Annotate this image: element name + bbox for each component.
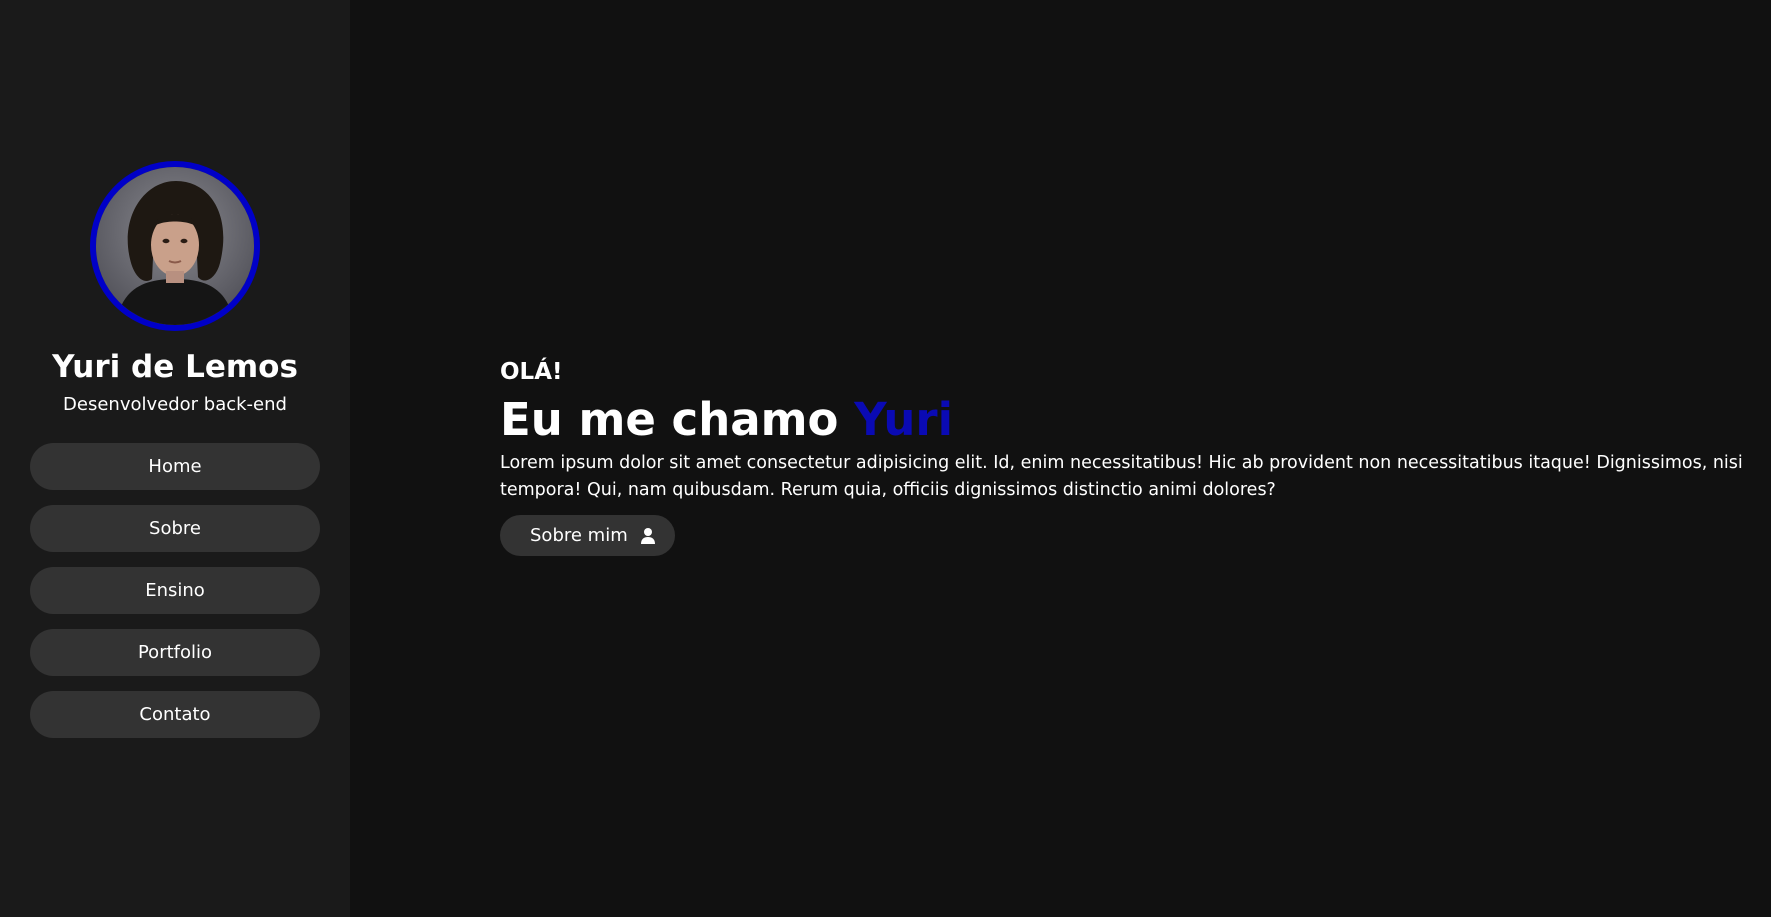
headline-accent-name: Yuri	[854, 393, 954, 446]
profile-role: Desenvolvedor back-end	[63, 394, 287, 415]
profile-name: Yuri de Lemos	[52, 349, 298, 385]
hero-headline: Eu me chamo Yuri	[500, 390, 1750, 450]
hero-intro-text: Lorem ipsum dolor sit amet consectetur a…	[500, 453, 1743, 500]
profile-avatar	[90, 161, 260, 331]
sidebar-nav: Home Sobre Ensino Portfolio Contato	[30, 443, 320, 753]
nav-item-home[interactable]: Home	[30, 443, 320, 490]
nav-item-portfolio[interactable]: Portfolio	[30, 629, 320, 676]
hero-greeting: OLÁ!	[500, 359, 563, 385]
headline-prefix: Eu me chamo	[500, 393, 839, 446]
sidebar: Yuri de Lemos Desenvolvedor back-end Hom…	[0, 0, 350, 917]
profile-photo	[96, 167, 254, 325]
about-me-button[interactable]: Sobre mim	[500, 515, 675, 556]
about-me-button-label: Sobre mim	[530, 525, 628, 546]
nav-item-contato[interactable]: Contato	[30, 691, 320, 738]
nav-item-ensino[interactable]: Ensino	[30, 567, 320, 614]
user-icon	[639, 527, 657, 545]
hero-section: OLÁ! Eu me chamo Yuri Lorem ipsum dolor …	[500, 355, 1750, 556]
nav-item-sobre[interactable]: Sobre	[30, 505, 320, 552]
